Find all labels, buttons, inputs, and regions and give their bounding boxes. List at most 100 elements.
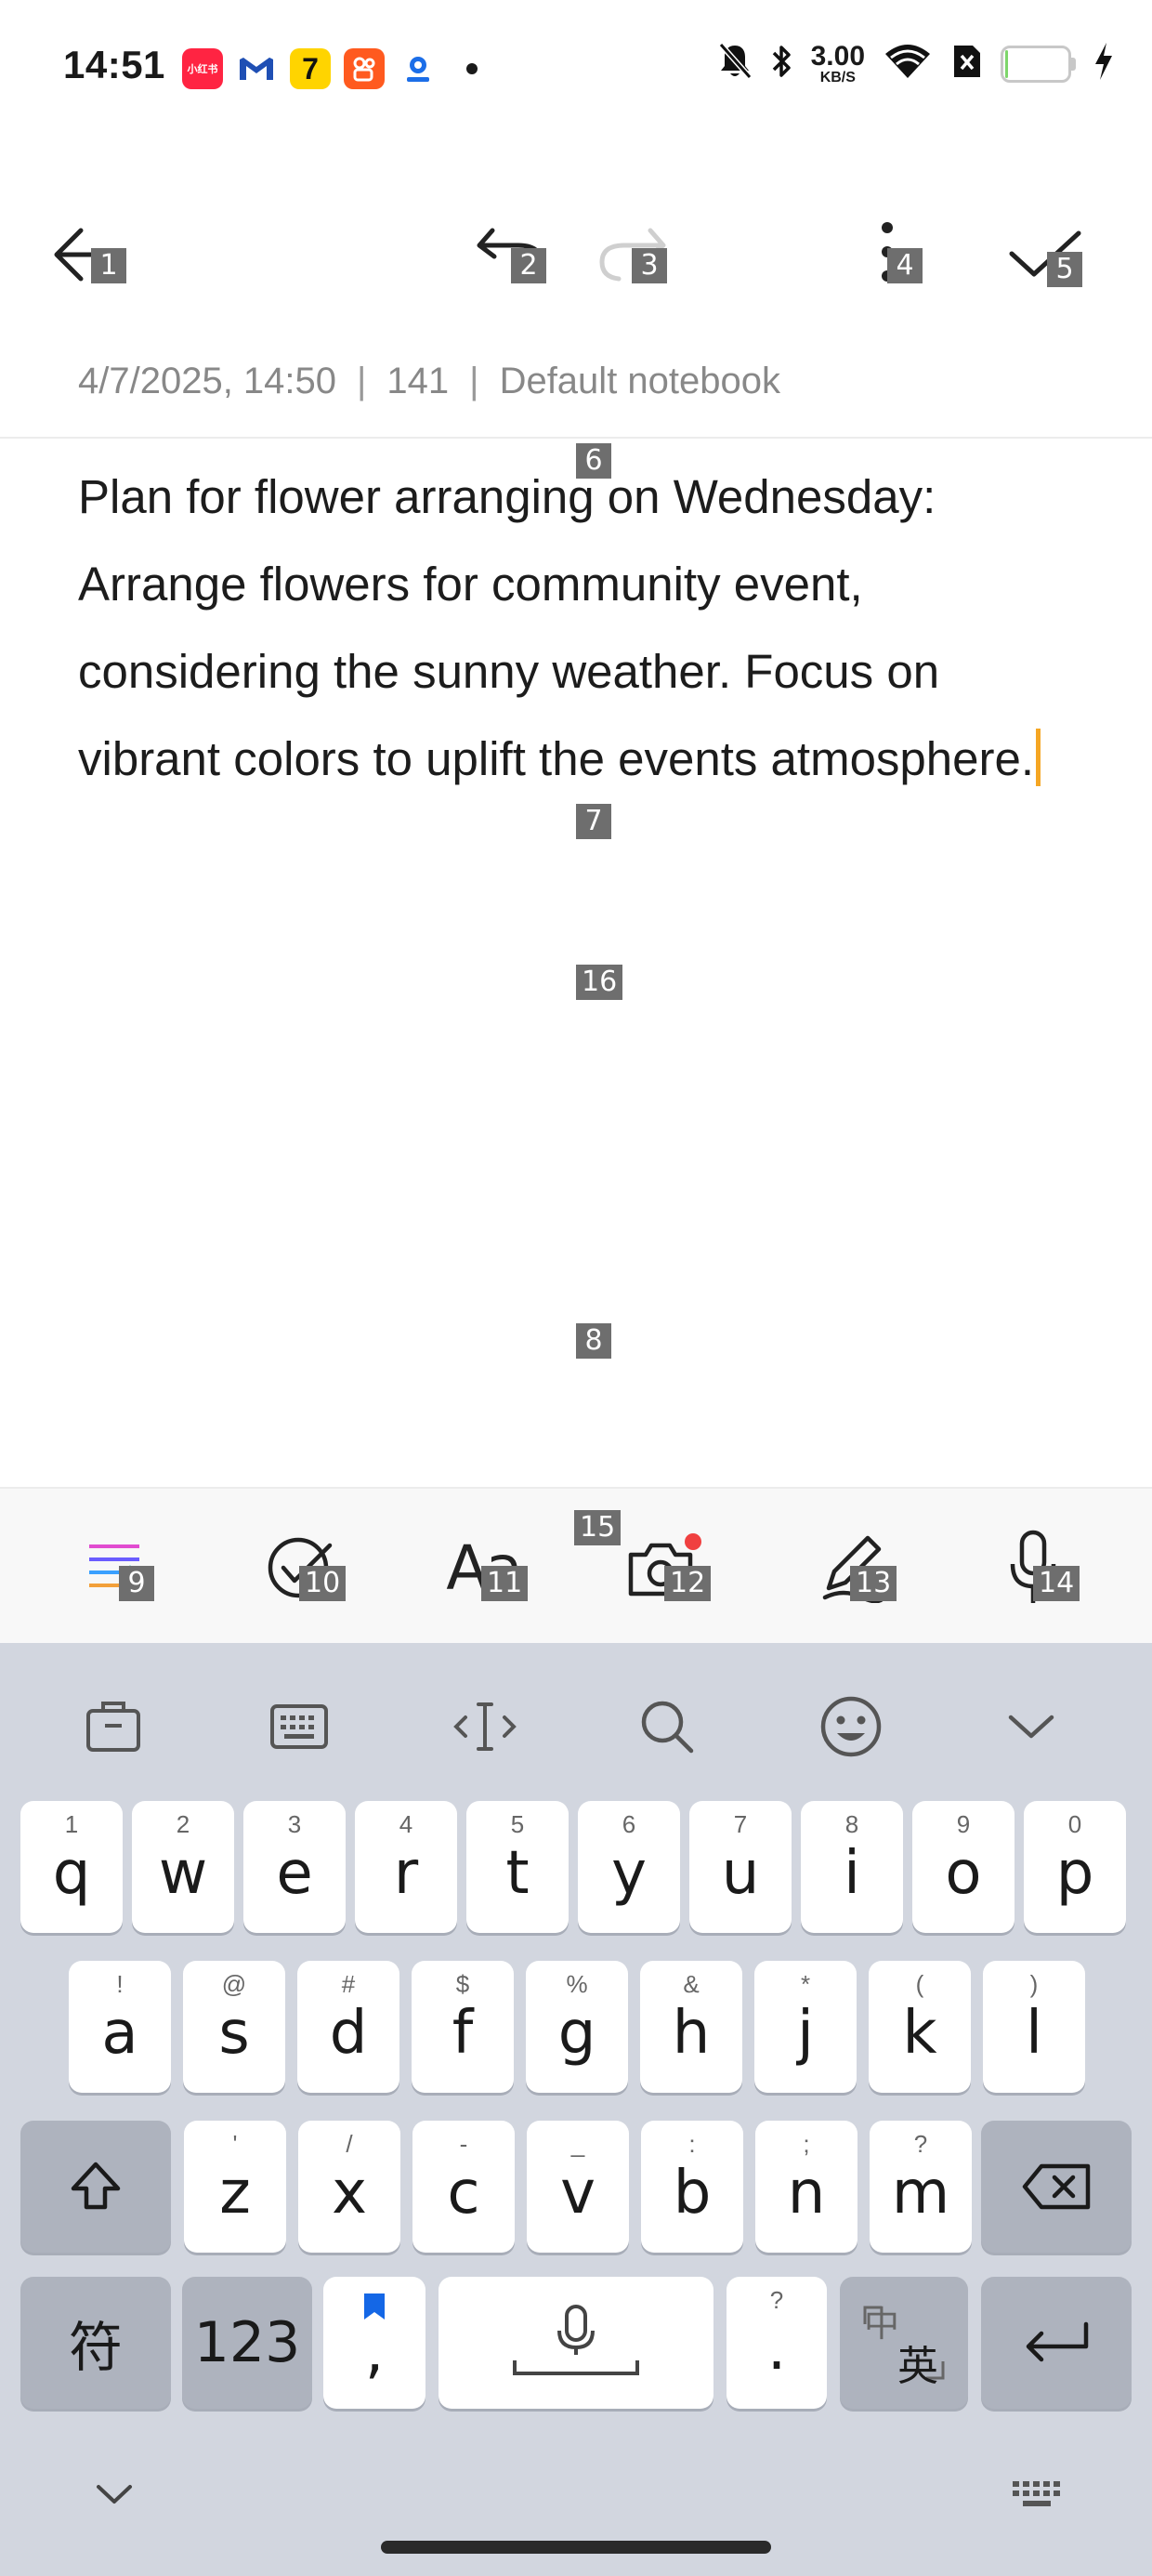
element-badge: 9	[119, 1566, 154, 1601]
key-label: h	[672, 1999, 711, 2068]
key-sub-label: 5	[510, 1810, 525, 1838]
key-sub-label: ?	[913, 2130, 928, 2158]
key-p[interactable]: 0p	[1024, 1801, 1126, 1933]
key-sub-label: #	[341, 1970, 356, 1998]
key-sub-label: 7	[733, 1810, 748, 1838]
key-label: f	[452, 1999, 474, 2068]
element-badge: 1	[91, 248, 126, 283]
space-voice-icon	[513, 2305, 639, 2375]
key-r[interactable]: 4r	[355, 1801, 457, 1933]
key-label: p	[1055, 1839, 1094, 1908]
key-label: s	[218, 1999, 250, 2068]
map-app-icon	[398, 48, 439, 89]
key-o[interactable]: 9o	[912, 1801, 1015, 1933]
notebook-selector[interactable]: Default notebook	[500, 361, 780, 402]
element-badge: 7	[576, 804, 611, 839]
emoji-icon	[820, 1696, 882, 1757]
text-cursor-icon	[453, 1702, 517, 1751]
key-m[interactable]: ? m	[870, 2121, 972, 2253]
bookmark-icon	[364, 2293, 385, 2320]
shift-key[interactable]	[20, 2121, 171, 2253]
keyboard-layout-button[interactable]	[262, 1689, 336, 1764]
key-g[interactable]: % g	[526, 1961, 628, 2093]
key-s[interactable]: @ s	[183, 1961, 285, 2093]
key-sub-label: @	[221, 1970, 247, 1998]
key-y[interactable]: 6y	[578, 1801, 680, 1933]
chevron-down-icon	[1008, 1715, 1054, 1739]
key-x[interactable]: / x	[298, 2121, 400, 2253]
clipboard-button[interactable]	[76, 1689, 151, 1764]
bluetooth-icon	[770, 42, 794, 85]
key-w[interactable]: 2w	[132, 1801, 234, 1933]
key-k[interactable]: (k	[869, 1961, 971, 2093]
note-meta: 4/7/2025, 14:50 | 141 | Default notebook	[78, 361, 780, 402]
symbols-key[interactable]: 符	[20, 2277, 171, 2409]
numbers-key[interactable]: 123	[182, 2277, 312, 2409]
key-q[interactable]: 1q	[20, 1801, 123, 1933]
key-label: d	[329, 1999, 368, 2068]
note-content[interactable]: Plan for flower arranging on Wednesday: …	[78, 453, 1081, 803]
key-sub-label: ;	[803, 2130, 810, 2158]
soft-keyboard: 1q2w3e4r5t6y7u8i9o0p ! a @ s # d $ f% g & h * j(k) l …	[0, 1643, 1152, 2576]
element-badge: 14	[1033, 1566, 1080, 1601]
battery-icon: 7	[1001, 45, 1071, 83]
keyboard-search-button[interactable]	[630, 1689, 704, 1764]
element-badge: 4	[887, 248, 923, 283]
key-sub-label: 8	[844, 1810, 859, 1838]
more-notifications-dot	[466, 63, 478, 74]
key-b[interactable]: :b	[641, 2121, 743, 2253]
key-t[interactable]: 5t	[466, 1801, 569, 1933]
key-a[interactable]: ! a	[69, 1961, 171, 2093]
period-key[interactable]: ? .	[727, 2277, 827, 2409]
meta-divider	[0, 437, 1152, 439]
comma-key[interactable]: ,	[323, 2277, 425, 2409]
network-speed-unit: KB/S	[819, 69, 856, 85]
key-f[interactable]: $ f	[412, 1961, 514, 2093]
key-u[interactable]: 7u	[689, 1801, 792, 1933]
home-indicator[interactable]	[381, 2541, 771, 2554]
key-i[interactable]: 8i	[801, 1801, 903, 1933]
element-badge: 16	[576, 965, 623, 1000]
key-label: a	[101, 1999, 138, 2068]
note-toolbar	[0, 186, 1152, 316]
note-text[interactable]: Plan for flower arranging on Wednesday: …	[78, 470, 1034, 785]
space-key[interactable]	[439, 2277, 713, 2409]
collapse-keyboard-button[interactable]	[93, 2481, 136, 2514]
keyboard-icon	[1013, 2481, 1060, 2506]
key-label: t	[505, 1839, 530, 1908]
mute-bell-icon	[716, 42, 753, 85]
text-cursor	[1036, 729, 1041, 786]
emoji-button[interactable]	[814, 1689, 888, 1764]
key-h[interactable]: & h	[640, 1961, 742, 2093]
key-d[interactable]: # d	[297, 1961, 399, 2093]
key-c[interactable]: -c	[412, 2121, 515, 2253]
keyboard-switcher-button[interactable]	[1011, 2479, 1063, 2516]
key-z[interactable]: ' z	[184, 2121, 286, 2253]
element-badge: 11	[481, 1566, 529, 1601]
key-n[interactable]: ; n	[755, 2121, 857, 2253]
keyboard-bottom-bar	[0, 2461, 1152, 2576]
cursor-move-button[interactable]	[448, 1689, 522, 1764]
key-label: z	[219, 2159, 251, 2228]
key-sub-label: $	[455, 1970, 470, 1998]
backspace-key[interactable]	[981, 2121, 1132, 2253]
note-char-count: 141	[386, 361, 450, 401]
key-label: i	[844, 1839, 860, 1908]
key-sub-label: 3	[287, 1810, 302, 1838]
element-badge: 5	[1047, 252, 1082, 287]
key-e[interactable]: 3e	[243, 1801, 346, 1933]
key-v[interactable]: _ v	[527, 2121, 629, 2253]
enter-key[interactable]	[981, 2277, 1132, 2409]
period-key-sub: ?	[769, 2286, 784, 2314]
language-switch-key[interactable]: 中 英	[840, 2277, 968, 2409]
key-sub-label: 1	[64, 1810, 79, 1838]
charging-icon	[1093, 41, 1115, 86]
key-sub-label: 4	[399, 1810, 413, 1838]
xiaohongshu-icon: 小红书	[182, 48, 223, 89]
key-l[interactable]: ) l	[983, 1961, 1085, 2093]
language-key-top: 中	[864, 2306, 900, 2345]
hide-keyboard-button[interactable]	[994, 1689, 1068, 1764]
network-speed-value: 3.00	[810, 40, 865, 72]
key-j[interactable]: * j	[754, 1961, 857, 2093]
key-label: j	[797, 1999, 814, 2068]
